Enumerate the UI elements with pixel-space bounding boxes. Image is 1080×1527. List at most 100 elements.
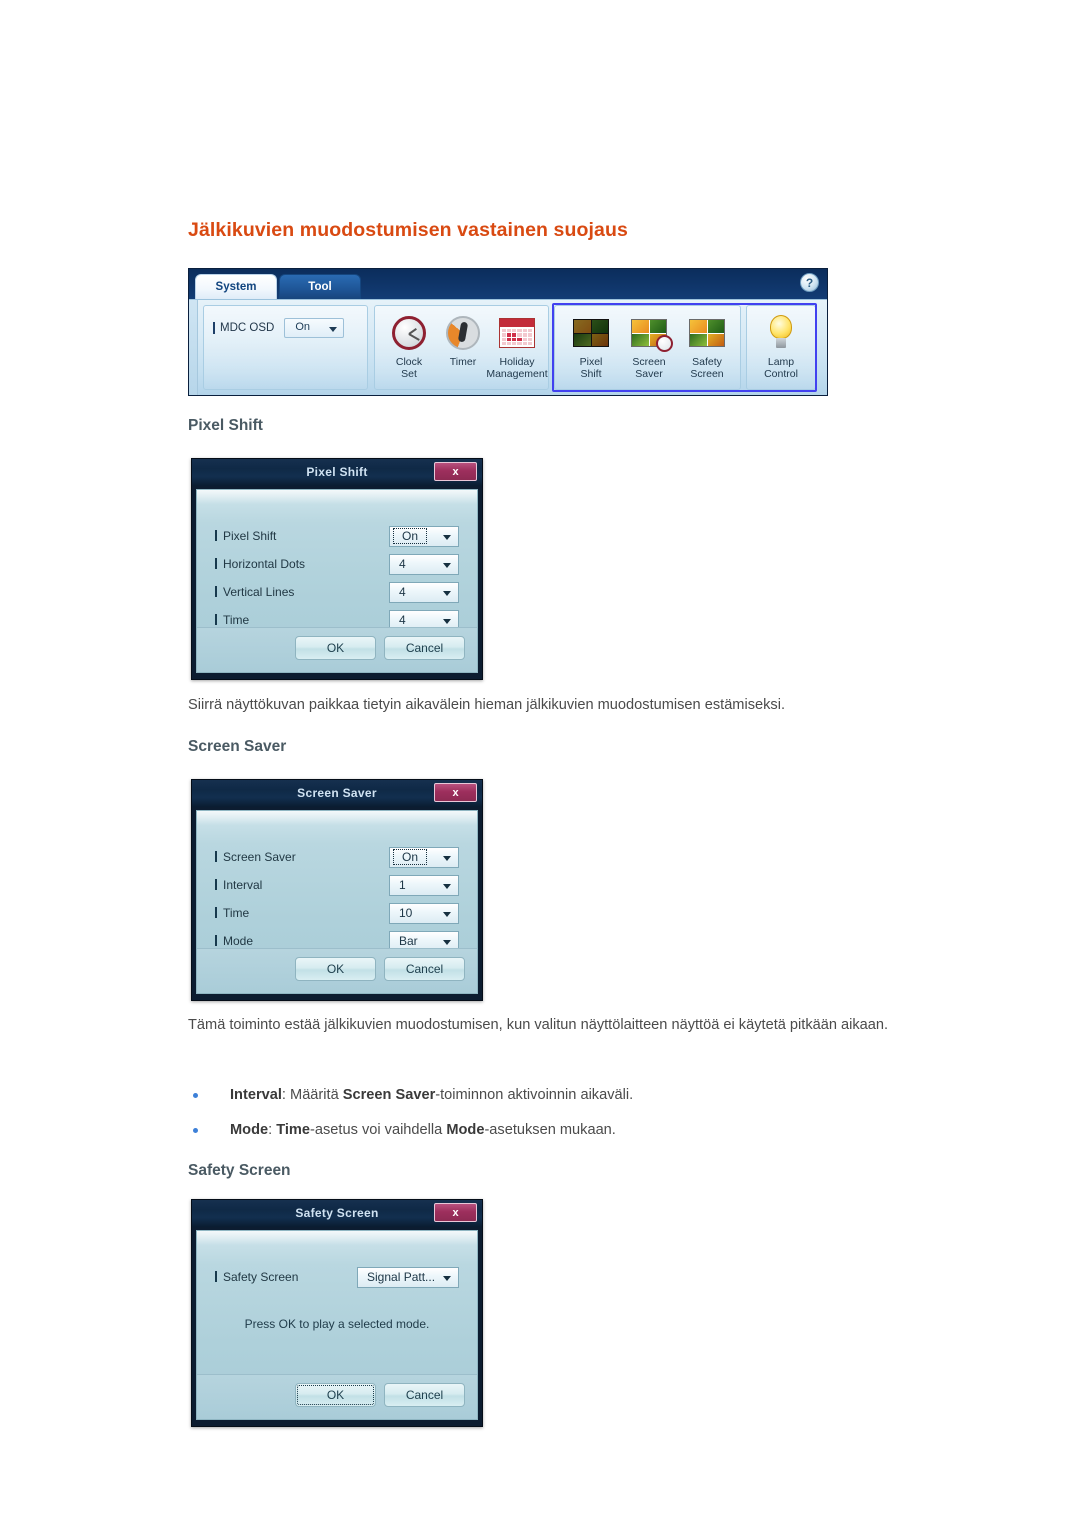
ribbon-item-safety-screen[interactable]: Safety Screen bbox=[677, 312, 737, 380]
cancel-button[interactable]: Cancel bbox=[384, 636, 465, 660]
field-ss-time-select[interactable]: 10 bbox=[389, 903, 459, 924]
field-time-label: Time bbox=[223, 613, 250, 627]
mdc-osd-value: On bbox=[295, 321, 310, 333]
close-icon[interactable]: x bbox=[434, 462, 477, 481]
close-icon[interactable]: x bbox=[434, 783, 477, 802]
ribbon-item-screen-saver[interactable]: Screen Saver bbox=[619, 312, 679, 380]
ribbon-item-screen-saver-line2: Saver bbox=[635, 368, 663, 380]
chevron-down-icon bbox=[443, 591, 451, 596]
chevron-down-icon bbox=[443, 619, 451, 624]
ribbon-item-holiday-management[interactable]: Holiday Management bbox=[483, 312, 551, 380]
list-item-text: Mode: Time-asetus voi vaihdella Mode-ase… bbox=[230, 1122, 616, 1138]
dialog-safety-screen-note: Press OK to play a selected mode. bbox=[244, 1317, 430, 1331]
ribbon-tab-strip: System Tool ? bbox=[189, 269, 827, 299]
field-screen-saver: Screen Saver On bbox=[215, 847, 459, 871]
group-time-tools: Clock Set Timer Holiday Management bbox=[374, 305, 549, 390]
field-time-value: 4 bbox=[399, 613, 406, 627]
mdc-ribbon: System Tool ? MDC OSD On Clock Set Timer… bbox=[188, 268, 828, 396]
section-heading-safety-screen: Safety Screen bbox=[188, 1162, 291, 1179]
bullet-tick-icon bbox=[215, 614, 217, 625]
dialog-pixel-shift: Pixel Shift x Pixel Shift On Horizontal … bbox=[191, 458, 483, 680]
section-heading-screen-saver: Screen Saver bbox=[188, 738, 287, 755]
bullet-tick-icon bbox=[215, 879, 217, 890]
field-screen-saver-value: On bbox=[393, 849, 428, 865]
dialog-safety-screen-body: Safety Screen Signal Patt... Press OK to… bbox=[196, 1230, 478, 1420]
list-item: Interval: Määritä Screen Saver-toiminnon… bbox=[188, 1078, 988, 1113]
field-ss-time-label: Time bbox=[223, 906, 250, 920]
cancel-button[interactable]: Cancel bbox=[384, 1383, 465, 1407]
ribbon-item-screen-saver-line1: Screen bbox=[632, 356, 666, 368]
bullet-tick-icon bbox=[215, 1271, 217, 1282]
cancel-button[interactable]: Cancel bbox=[384, 957, 465, 981]
document-page: Jälkikuvien muodostumisen vastainen suoj… bbox=[0, 0, 1080, 1527]
chevron-down-icon bbox=[329, 327, 338, 332]
tab-tool[interactable]: Tool bbox=[279, 274, 361, 299]
field-interval-select[interactable]: 1 bbox=[389, 875, 459, 896]
chevron-down-icon bbox=[443, 1276, 451, 1281]
ok-button[interactable]: OK bbox=[295, 957, 376, 981]
chevron-down-icon bbox=[443, 856, 451, 861]
bullet-tick-icon bbox=[215, 586, 217, 597]
field-vertical-lines: Vertical Lines 4 bbox=[215, 582, 459, 606]
pixel-shift-icon bbox=[561, 312, 621, 354]
page-title: Jälkikuvien muodostumisen vastainen suoj… bbox=[188, 219, 628, 241]
ribbon-item-pixel-shift[interactable]: Pixel Shift bbox=[561, 312, 621, 380]
field-screen-saver-select[interactable]: On bbox=[389, 847, 459, 868]
ribbon-left-stub bbox=[189, 300, 198, 395]
bullet-tick-icon bbox=[215, 907, 217, 918]
field-safety-screen-select[interactable]: Signal Patt... bbox=[357, 1267, 459, 1288]
ribbon-item-clock-set-line2: Set bbox=[401, 368, 417, 380]
clock-icon bbox=[379, 312, 439, 354]
chevron-down-icon bbox=[443, 940, 451, 945]
field-safety-screen: Safety Screen Signal Patt... bbox=[215, 1267, 459, 1291]
field-pixel-shift-select[interactable]: On bbox=[389, 526, 459, 547]
dialog-pixel-shift-footer: OK Cancel bbox=[197, 627, 477, 672]
chevron-down-icon bbox=[443, 535, 451, 540]
field-interval-label: Interval bbox=[223, 878, 263, 892]
field-mode-value: Bar bbox=[399, 934, 418, 948]
dialog-screen-saver-body: Screen Saver On Interval 1 Time 10 Mode … bbox=[196, 810, 478, 994]
field-ss-time-value: 10 bbox=[399, 906, 413, 920]
ribbon-item-clock-set[interactable]: Clock Set bbox=[379, 312, 439, 380]
dialog-pixel-shift-body: Pixel Shift On Horizontal Dots 4 Vertica… bbox=[196, 489, 478, 673]
bullet-tick-icon bbox=[215, 851, 217, 862]
help-icon[interactable]: ? bbox=[800, 273, 819, 292]
group-screen-tools: Pixel Shift Screen Saver Safety Screen bbox=[554, 305, 741, 390]
field-safety-screen-label: Safety Screen bbox=[223, 1270, 299, 1284]
bullet-tick-icon bbox=[215, 935, 217, 946]
bullet-tick-icon bbox=[215, 558, 217, 569]
mdc-osd-select[interactable]: On bbox=[284, 318, 345, 338]
chevron-down-icon bbox=[443, 884, 451, 889]
tab-system[interactable]: System bbox=[195, 274, 277, 299]
chevron-down-icon bbox=[443, 563, 451, 568]
field-horizontal-dots-value: 4 bbox=[399, 557, 406, 571]
field-horizontal-dots: Horizontal Dots 4 bbox=[215, 554, 459, 578]
field-interval: Interval 1 bbox=[215, 875, 459, 899]
ok-button[interactable]: OK bbox=[295, 1383, 376, 1407]
mdc-osd-label: MDC OSD bbox=[220, 322, 275, 334]
field-horizontal-dots-select[interactable]: 4 bbox=[389, 554, 459, 575]
lightbulb-icon bbox=[751, 312, 811, 354]
field-safety-screen-value: Signal Patt... bbox=[367, 1270, 436, 1284]
ribbon-item-clock-set-line1: Clock bbox=[395, 356, 423, 368]
paragraph-pixel-shift: Siirrä näyttökuvan paikkaa tietyin aikav… bbox=[188, 697, 786, 713]
ok-button[interactable]: OK bbox=[295, 636, 376, 660]
safety-screen-icon bbox=[677, 312, 737, 354]
ribbon-item-pixel-shift-line1: Pixel bbox=[579, 356, 603, 368]
ribbon-item-holiday-line2: Management bbox=[486, 368, 548, 380]
mdc-osd-row: MDC OSD On bbox=[213, 318, 345, 338]
ribbon-item-lamp-line1: Lamp bbox=[767, 356, 795, 368]
ribbon-item-safety-screen-line2: Screen bbox=[690, 368, 724, 380]
ribbon-item-lamp-line2: Control bbox=[764, 368, 798, 380]
field-pixel-shift-label: Pixel Shift bbox=[223, 529, 277, 543]
field-vertical-lines-select[interactable]: 4 bbox=[389, 582, 459, 603]
chevron-down-icon bbox=[443, 912, 451, 917]
close-icon[interactable]: x bbox=[434, 1203, 477, 1222]
field-mode-label: Mode bbox=[223, 934, 254, 948]
list-item-text: Interval: Määritä Screen Saver-toiminnon… bbox=[230, 1087, 634, 1103]
group-lamp-tools: Lamp Control bbox=[746, 305, 816, 390]
ribbon-item-safety-screen-line1: Safety bbox=[692, 356, 722, 368]
bullet-tick-icon bbox=[213, 322, 215, 334]
ribbon-item-lamp-control[interactable]: Lamp Control bbox=[751, 312, 811, 380]
bullet-dot-icon bbox=[193, 1128, 198, 1133]
